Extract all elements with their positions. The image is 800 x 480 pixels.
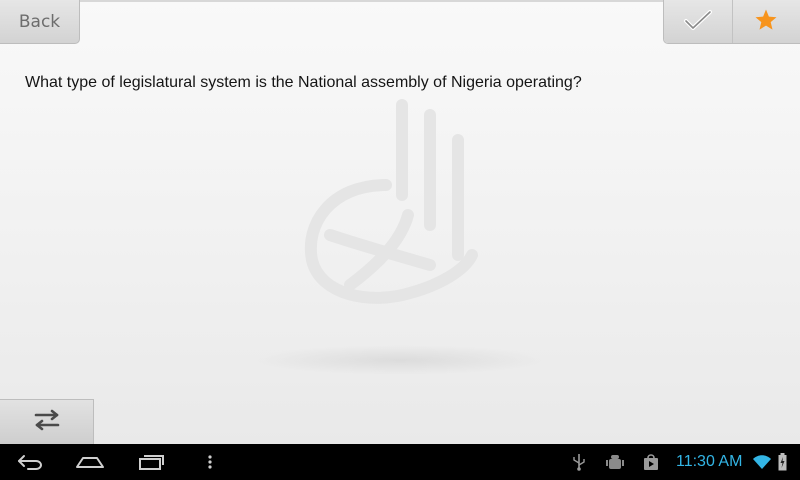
recent-apps-icon[interactable] — [135, 444, 167, 480]
watermark-shadow — [250, 345, 550, 375]
back-button[interactable]: Back — [0, 0, 80, 44]
back-button-label: Back — [18, 11, 61, 32]
header-actions — [663, 0, 800, 44]
checkmark-icon — [683, 9, 713, 35]
status-clock: 11:30 AM — [676, 453, 743, 470]
store-icon — [640, 444, 662, 480]
question-text: What type of legislatural system is the … — [25, 74, 582, 91]
star-icon — [754, 8, 778, 36]
home-icon[interactable] — [74, 444, 106, 480]
wifi-icon — [752, 444, 772, 480]
favorite-button[interactable] — [731, 0, 800, 43]
swap-arrows-icon — [33, 409, 61, 435]
swap-menu-button[interactable] — [0, 399, 94, 444]
app-screen: Back What type of legislatural system is… — [0, 0, 800, 444]
back-icon[interactable] — [14, 444, 46, 480]
battery-icon — [775, 444, 789, 480]
system-navigation-bar: 11:30 AM — [0, 444, 800, 480]
android-debug-icon — [604, 444, 626, 480]
overflow-menu-icon[interactable] — [200, 444, 220, 480]
usb-icon — [570, 444, 588, 480]
hand-logo-watermark — [290, 95, 510, 325]
mark-done-button[interactable] — [664, 0, 732, 43]
